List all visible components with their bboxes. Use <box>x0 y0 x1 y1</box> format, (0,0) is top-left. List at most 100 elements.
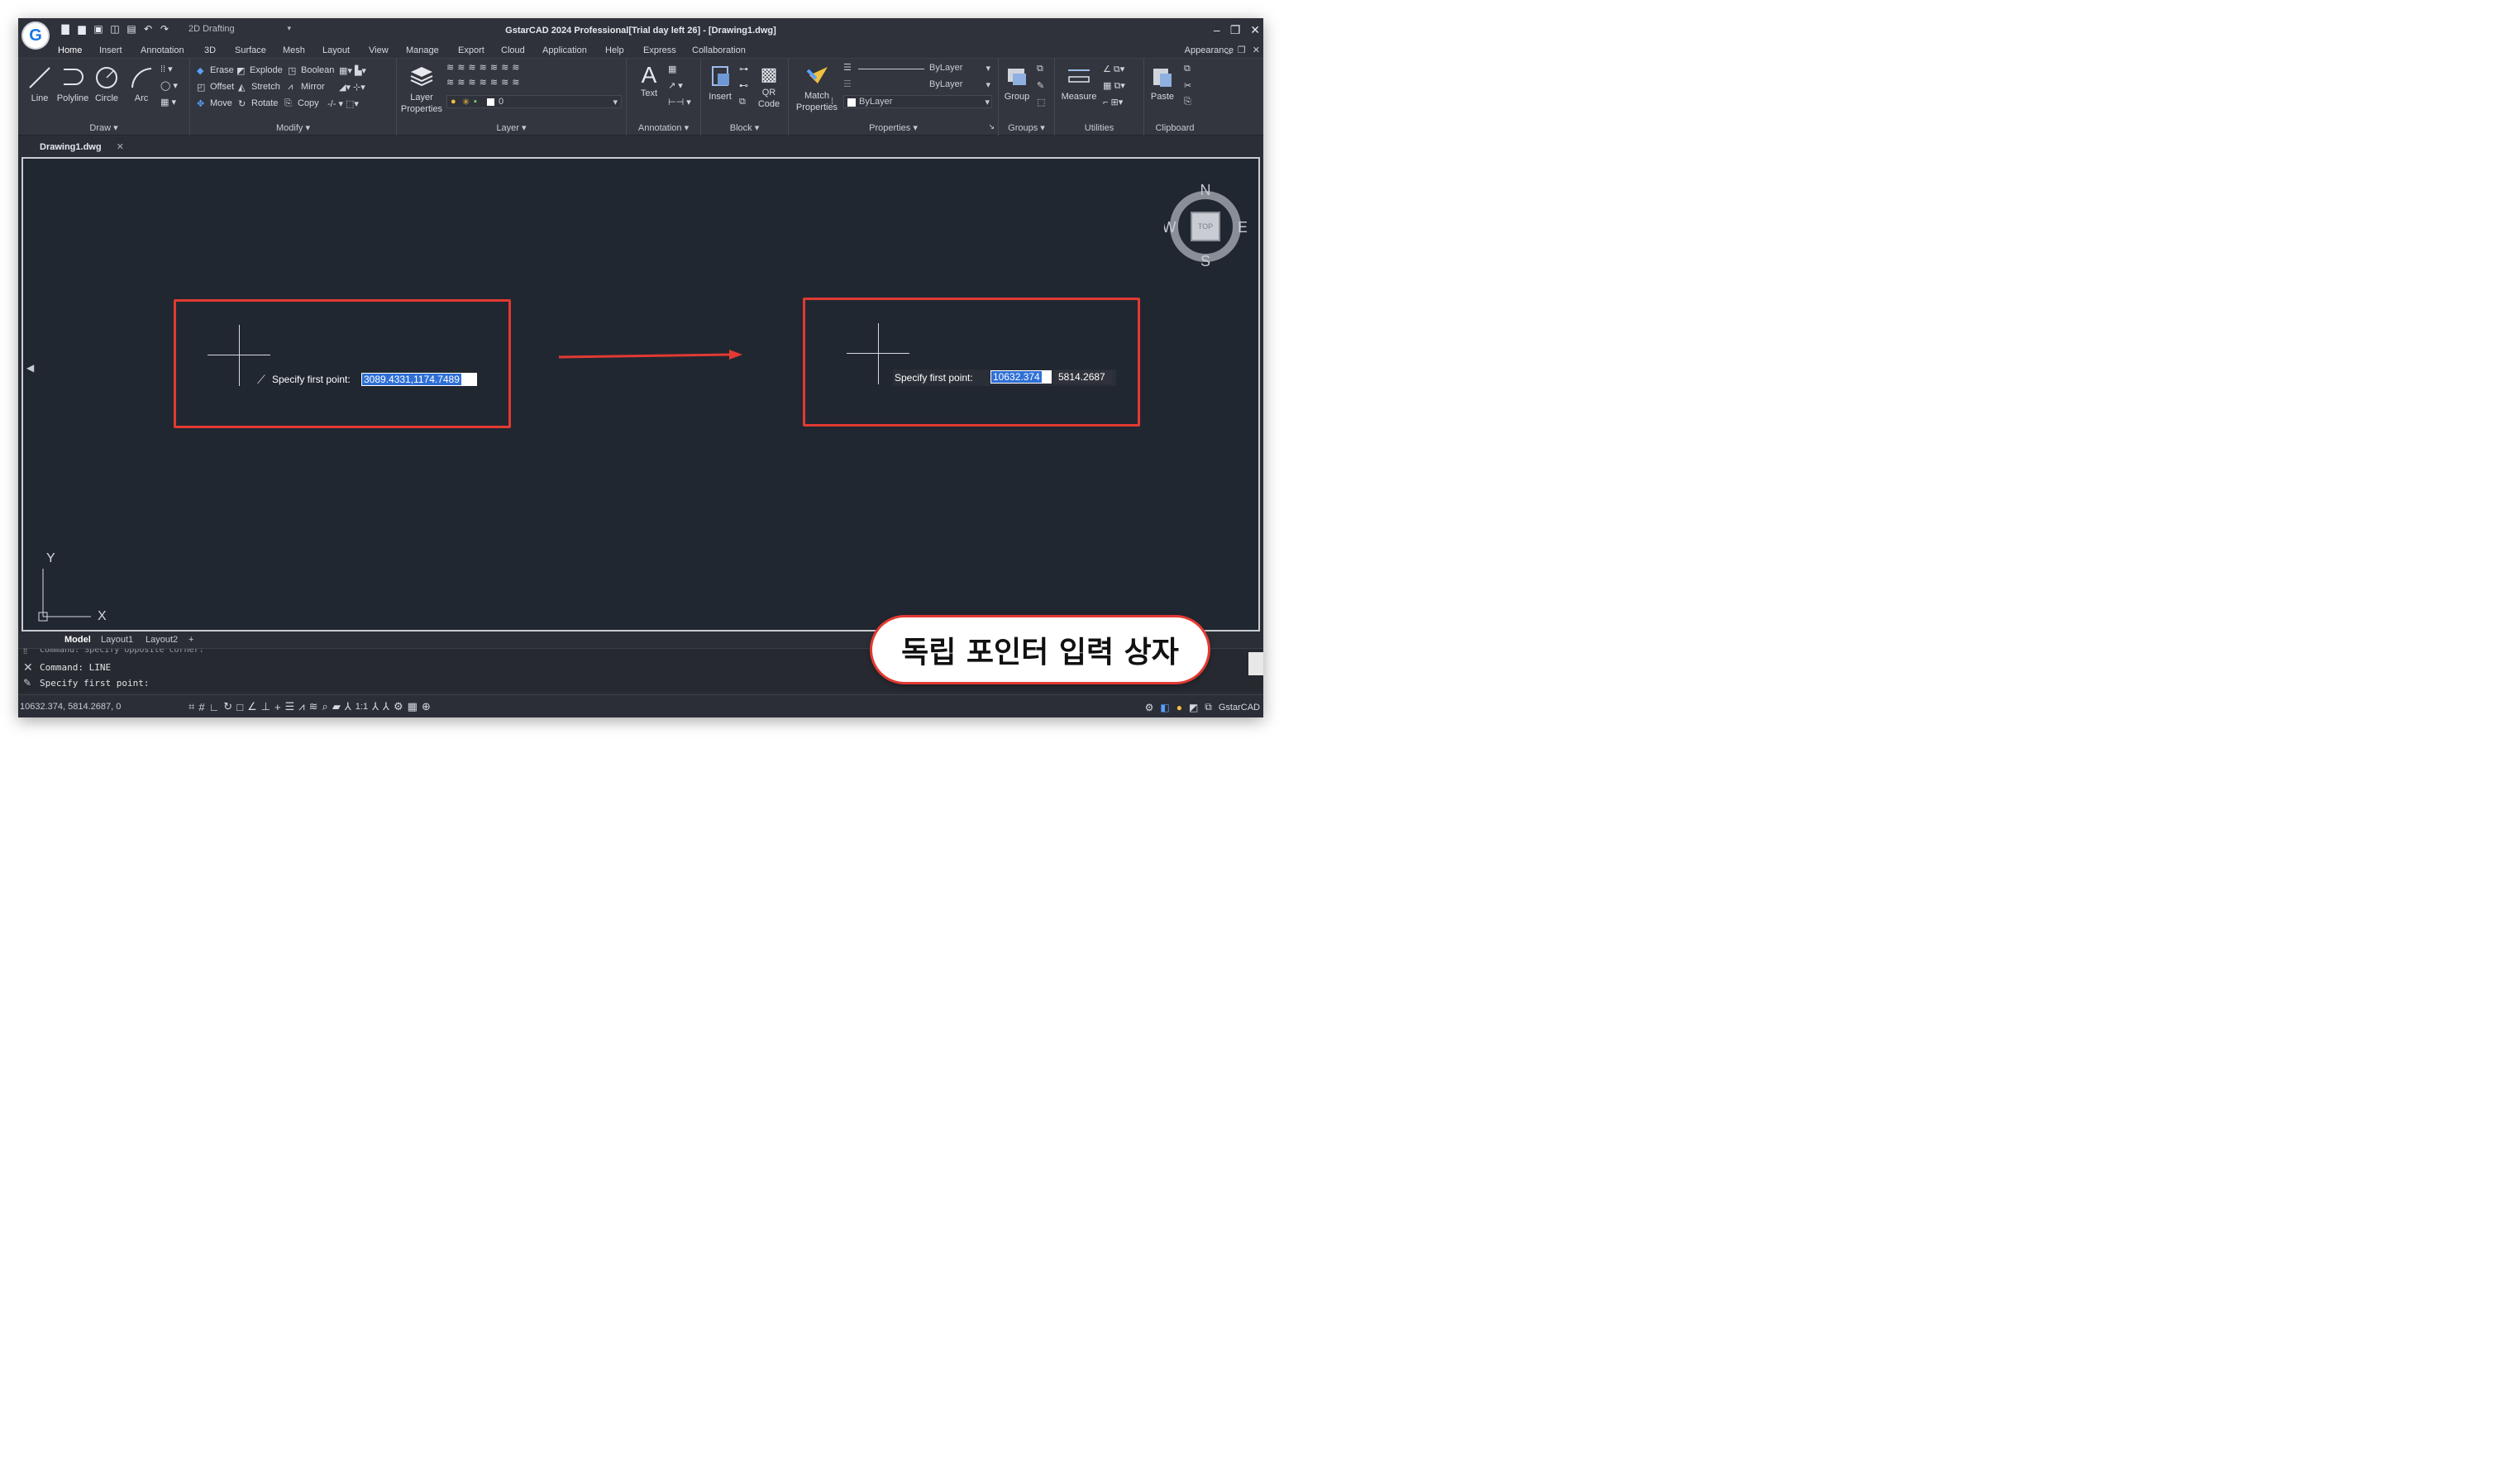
osnap-icon[interactable]: □ <box>236 701 243 713</box>
document-tab[interactable]: Drawing1.dwg ✕ <box>31 139 129 155</box>
after-y-input[interactable]: 5814.2687 <box>1053 370 1113 384</box>
selection-cycle-icon[interactable]: ≋ <box>309 700 318 713</box>
plus-circle-icon[interactable]: ⊕ <box>422 700 431 713</box>
erase-button[interactable]: ◆ Erase <box>197 65 234 76</box>
doc-minimize-icon[interactable]: _ <box>1226 45 1231 55</box>
compass-north[interactable]: N <box>1200 184 1211 198</box>
layer-combo[interactable]: ● ✳ ▪ 0 ▾ <box>446 95 622 108</box>
boolean-button[interactable]: ◳ Boolean <box>288 65 334 76</box>
point-grid-icon[interactable]: ⁞⁞ ▾ <box>160 64 173 74</box>
qr-code-button[interactable]: ▩ QR Code <box>754 62 784 110</box>
fullscreen-icon[interactable]: ⧉ <box>1205 701 1212 713</box>
command-input[interactable]: Specify first point: <box>40 678 149 689</box>
compass-east[interactable]: E <box>1238 219 1247 236</box>
otrack-icon[interactable]: ∠ <box>247 700 257 713</box>
clipboard-panel-label[interactable]: Clipboard <box>1144 123 1205 133</box>
tab-3d[interactable]: 3D <box>204 45 216 55</box>
tab-application[interactable]: Application <box>542 45 587 55</box>
group-button[interactable]: Group <box>1002 64 1032 102</box>
app-logo[interactable]: G <box>21 21 50 50</box>
offset-button[interactable]: ◰ Offset <box>197 82 234 93</box>
annotation-monitor-icon[interactable]: ▰ <box>332 700 341 713</box>
close-command-icon[interactable]: ✕ <box>23 660 33 674</box>
lineweight-combo[interactable]: ⁞ ByLayer ▾ <box>831 95 992 108</box>
grid-icon[interactable]: # <box>198 701 204 713</box>
explode-button[interactable]: ◩ Explode <box>236 65 283 76</box>
settings-gear-icon[interactable]: ⚙ <box>1145 702 1154 713</box>
groups-panel-label[interactable]: Groups ▾ <box>999 122 1054 133</box>
measure-button[interactable]: Measure <box>1058 64 1100 102</box>
annotation-scale-icon[interactable]: ⅄ <box>345 700 351 713</box>
annotation-visibility-icon[interactable]: ⅄ <box>372 700 379 713</box>
tab-layout[interactable]: Layout <box>322 45 350 55</box>
tab-mesh[interactable]: Mesh <box>283 45 305 55</box>
text-button[interactable]: A Text <box>637 62 661 98</box>
paste-button[interactable]: Paste <box>1148 64 1177 102</box>
ungroup-icon[interactable]: ⧉ <box>1037 64 1043 74</box>
trim-icon[interactable]: -/- ▾ ⬚▾ <box>327 98 359 109</box>
minimize-icon[interactable]: – <box>1214 23 1220 37</box>
tab-layout1[interactable]: Layout1 <box>101 635 133 645</box>
modify-panel-label[interactable]: Modify ▾ <box>190 122 396 133</box>
zoom-icon[interactable]: ⌕ <box>322 700 328 713</box>
calculator-icon[interactable]: ▦ ⧉▾ <box>1103 80 1125 92</box>
close-tab-icon[interactable]: ✕ <box>117 141 124 152</box>
viewcube-top-label[interactable]: TOP <box>1198 222 1213 231</box>
leader-icon[interactable]: ↗ ▾ <box>668 80 683 91</box>
ucs-icon[interactable]: ⌐ ⊞▾ <box>1103 97 1123 107</box>
tab-express[interactable]: Express <box>643 45 676 55</box>
block-panel-label[interactable]: Block ▾ <box>701 122 788 133</box>
tab-collaboration[interactable]: Collaboration <box>692 45 746 55</box>
restore-icon[interactable]: ❐ <box>1230 23 1241 37</box>
mirror-button[interactable]: ⩘ Mirror <box>288 82 325 92</box>
ortho-icon[interactable]: ∟ <box>209 701 220 713</box>
layer-tools-row2[interactable]: ≋≋≋≋≋≋≋ <box>446 77 523 88</box>
lineweight-toggle-icon[interactable]: ☰ <box>285 700 295 713</box>
stretch-button[interactable]: ◭ Stretch <box>238 82 280 93</box>
table-icon[interactable]: ▦ <box>668 64 676 74</box>
dialog-launcher-icon[interactable]: ↘ <box>988 122 995 131</box>
viewcube-compass[interactable]: TOP N S E W <box>1164 184 1247 266</box>
tab-home[interactable]: Home <box>58 45 82 55</box>
utilities-panel-label[interactable]: Utilities <box>1055 123 1143 133</box>
tab-model[interactable]: Model <box>64 635 91 645</box>
copy-clip-icon[interactable]: ⧉ <box>1184 64 1191 74</box>
cut-icon[interactable]: ✂ <box>1184 80 1191 91</box>
dimension-icon[interactable]: ⊢⊣ ▾ <box>668 97 691 107</box>
move-button[interactable]: ✥ Move <box>197 98 232 109</box>
auto-scale-icon[interactable]: ⅄ <box>383 700 389 713</box>
rotate-button[interactable]: ↻ Rotate <box>238 98 278 109</box>
tab-export[interactable]: Export <box>458 45 484 55</box>
fillet-icon[interactable]: ◢▾ ⊹▾ <box>339 82 365 93</box>
circle-button[interactable]: Circle <box>93 65 121 103</box>
dyn-input-icon[interactable]: + <box>274 701 281 713</box>
grip-icon[interactable]: ⁞⁞ <box>23 647 27 655</box>
layer-panel-label[interactable]: Layer ▾ <box>397 122 626 133</box>
tab-surface[interactable]: Surface <box>235 45 266 55</box>
block-define-icon[interactable]: ⧉ <box>739 97 746 107</box>
hardware-accel-icon[interactable]: ◩ <box>1189 702 1198 713</box>
color-combo[interactable]: ☰ ByLayer ▾ <box>843 62 992 75</box>
layer-tools-row1[interactable]: ≋≋≋≋≋≋≋ <box>446 62 523 73</box>
tab-layout2[interactable]: Layout2 <box>146 635 178 645</box>
tab-add-layout[interactable]: + <box>189 635 193 645</box>
tab-insert[interactable]: Insert <box>99 45 122 55</box>
draw-panel-label[interactable]: Draw ▾ <box>18 122 189 133</box>
polyline-button[interactable]: Polyline <box>56 65 89 103</box>
tab-view[interactable]: View <box>369 45 389 55</box>
command-scrollbar[interactable] <box>1248 652 1263 675</box>
array-icon[interactable]: ▦▾ ▙▾ <box>339 65 366 76</box>
tab-help[interactable]: Help <box>605 45 624 55</box>
tab-cloud[interactable]: Cloud <box>501 45 525 55</box>
tab-manage[interactable]: Manage <box>406 45 439 55</box>
copy-base-icon[interactable]: ⎘ <box>1184 97 1191 107</box>
block-attr-icon[interactable]: ⊷ <box>739 80 748 91</box>
after-x-input[interactable]: 10632.374 <box>990 370 1052 384</box>
snap-grid-icon[interactable]: ⌗ <box>189 700 194 713</box>
compass-south[interactable]: S <box>1200 253 1210 266</box>
block-edit-icon[interactable]: ⊶ <box>739 64 748 74</box>
compass-west[interactable]: W <box>1164 219 1176 236</box>
workspace-icon[interactable]: ⚙ <box>394 700 403 713</box>
drawing-canvas[interactable]: ◀ ⟋ Specify first point: 3089.4331,1174.… <box>21 157 1260 632</box>
hatch-icon[interactable]: ▦ ▾ <box>160 97 176 107</box>
